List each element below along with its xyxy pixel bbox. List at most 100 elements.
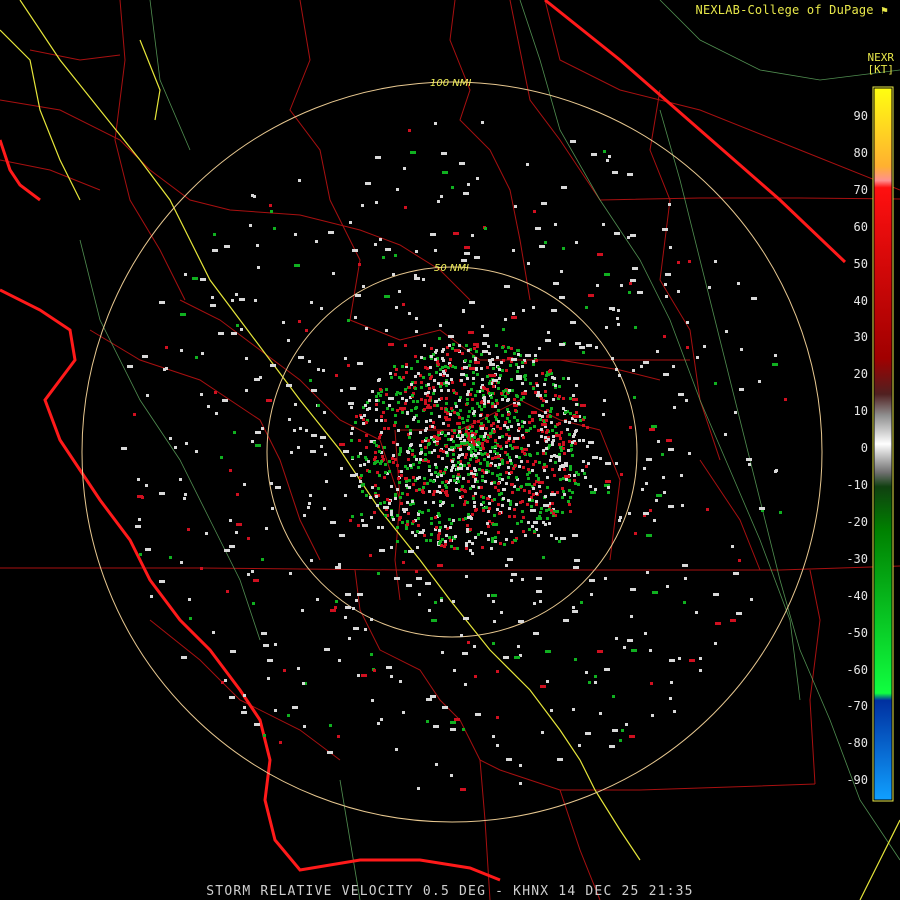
echo-pixel (392, 273, 395, 276)
echo-pixel (488, 392, 491, 395)
echo-pixel (481, 469, 484, 472)
echo-pixel (512, 467, 515, 470)
echo-pixel (405, 508, 408, 511)
echo-pixel (572, 534, 578, 537)
echo-pixel (444, 543, 447, 546)
echo-pixel (414, 274, 417, 277)
echo-pixel (573, 566, 579, 569)
echo-pixel (555, 434, 561, 437)
echo-pixel (477, 533, 480, 536)
echo-pixel (604, 577, 607, 580)
echo-pixel (307, 506, 310, 509)
echo-pixel (298, 320, 301, 323)
echo-pixel (535, 500, 538, 503)
echo-pixel (442, 422, 445, 425)
echo-pixel (597, 253, 603, 256)
echo-pixel (678, 393, 684, 396)
echo-pixel (183, 497, 186, 500)
echo-pixel (255, 431, 261, 434)
echo-pixel (527, 468, 530, 471)
echo-pixel (551, 309, 557, 312)
echo-pixel (605, 326, 608, 329)
echo-pixel (442, 171, 448, 174)
echo-pixel (335, 566, 341, 569)
echo-pixel (545, 650, 551, 653)
echo-pixel (441, 431, 444, 434)
echo-pixel (448, 536, 451, 539)
echo-pixel (404, 206, 407, 209)
echo-pixel (229, 469, 232, 472)
echo-pixel (428, 465, 431, 468)
echo-pixel (546, 680, 549, 683)
echo-pixel (181, 656, 187, 659)
echo-pixel (406, 584, 412, 587)
echo-pixel (367, 460, 370, 463)
echo-pixel (587, 462, 590, 465)
echo-pixel (419, 458, 422, 461)
echo-pixel (504, 318, 507, 321)
echo-pixel (462, 421, 465, 424)
echo-pixel (370, 653, 373, 656)
echo-pixel (522, 530, 525, 533)
echo-pixel (427, 509, 430, 512)
echo-pixel (520, 460, 523, 463)
echo-pixel (669, 246, 672, 249)
echo-pixel (390, 510, 393, 513)
echo-pixel (467, 473, 470, 476)
echo-pixel (352, 249, 358, 252)
echo-pixel (256, 244, 259, 247)
echo-pixel (480, 353, 483, 356)
echo-pixel (453, 547, 456, 550)
echo-pixel (380, 460, 383, 463)
echo-pixel (458, 426, 461, 429)
echo-pixel (352, 607, 355, 610)
echo-pixel (480, 435, 483, 438)
echo-pixel (427, 383, 430, 386)
echo-pixel (552, 398, 555, 401)
echo-pixel (512, 312, 515, 315)
echo-pixel (464, 359, 467, 362)
echo-pixel (448, 418, 451, 421)
echo-pixel (569, 496, 572, 499)
echo-pixel (426, 720, 429, 723)
scale-tick: 40 (853, 293, 868, 308)
echo-pixel (474, 536, 477, 539)
echo-pixel (668, 505, 674, 508)
echo-pixel (371, 390, 374, 393)
credit-label: NEXLAB-College of DuPage ⚑ (696, 3, 888, 17)
echo-pixel (406, 493, 409, 496)
echo-pixel (142, 355, 148, 358)
echo-pixel (724, 433, 727, 436)
echo-pixel (434, 358, 437, 361)
ring-label-100: 100 NMI (430, 78, 471, 89)
echo-pixel (592, 456, 598, 459)
echo-pixel (521, 382, 524, 385)
echo-pixel (417, 466, 420, 469)
echo-pixel (650, 682, 653, 685)
echo-pixel (508, 437, 511, 440)
scale-tick: 70 (853, 182, 868, 197)
echo-pixel (401, 492, 404, 495)
echo-pixel (430, 533, 433, 536)
echo-pixel (646, 534, 652, 537)
credit-text: NEXLAB-College of DuPage (695, 3, 874, 17)
echo-pixel (422, 278, 425, 281)
echo-pixel (441, 651, 444, 654)
echo-pixel (536, 577, 542, 580)
echo-pixel (344, 357, 347, 360)
echo-pixel (541, 202, 547, 205)
echo-pixel (169, 437, 172, 440)
echo-pixel (467, 349, 470, 352)
echo-pixel (555, 455, 558, 458)
echo-pixel (560, 431, 563, 434)
echo-pixel (376, 504, 379, 507)
echo-pixel (684, 577, 687, 580)
echo-pixel (651, 425, 657, 428)
echo-pixel (572, 398, 578, 401)
echo-pixel (425, 420, 428, 423)
echo-pixel (480, 531, 483, 534)
echo-pixel (146, 394, 149, 397)
echo-pixel (550, 421, 553, 424)
echo-pixel (449, 358, 452, 361)
echo-pixel (543, 469, 546, 472)
